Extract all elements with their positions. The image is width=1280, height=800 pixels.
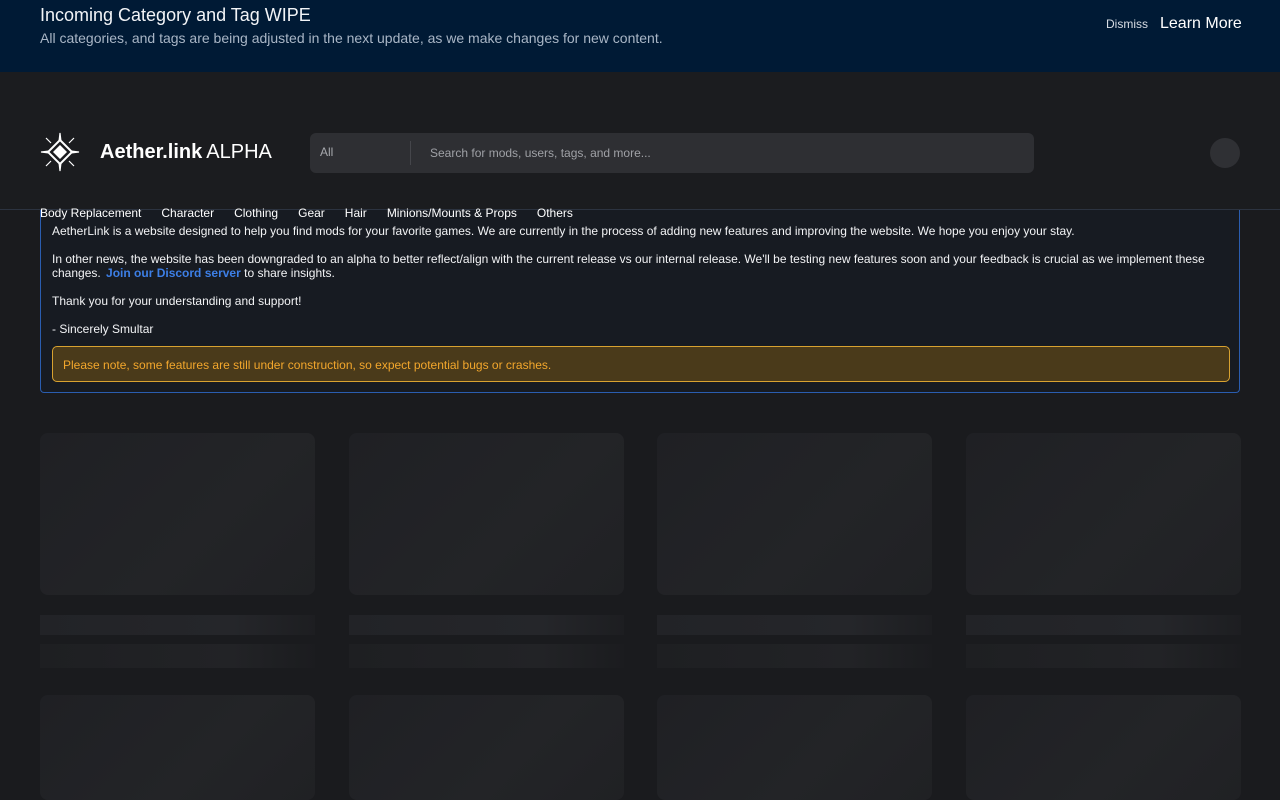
avatar[interactable] <box>1210 138 1240 168</box>
card-thumbnail-placeholder <box>966 695 1241 800</box>
brand-title: Aether.link <box>100 141 203 163</box>
card-thumbnail-placeholder <box>966 433 1241 595</box>
card-thumbnail-placeholder <box>349 433 624 595</box>
card-title-placeholder <box>40 615 315 635</box>
brand-name[interactable]: Aether.link ALPHA <box>100 141 272 164</box>
dismiss-button[interactable]: Dismiss <box>1106 17 1148 31</box>
brand-tag: ALPHA <box>206 141 272 163</box>
warning-text: Please note, some features are still und… <box>63 358 552 372</box>
card-title-placeholder <box>349 615 624 635</box>
card-thumbnail-placeholder <box>40 433 315 595</box>
search-bar: All <box>310 133 1034 173</box>
announcement-panel: AetherLink is a website designed to help… <box>40 210 1240 393</box>
learn-more-button[interactable]: Learn More <box>1160 15 1242 33</box>
search-divider <box>410 141 411 165</box>
notice-banner: Incoming Category and Tag WIPE All categ… <box>0 0 1280 72</box>
notice-title: Incoming Category and Tag WIPE <box>40 5 311 25</box>
category-hair[interactable]: Hair <box>345 206 367 220</box>
category-body-replacement[interactable]: Body Replacement <box>40 206 141 220</box>
diamond-star-icon[interactable] <box>40 132 80 172</box>
card-thumbnail-placeholder <box>40 695 315 800</box>
category-others[interactable]: Others <box>537 206 573 220</box>
discord-link[interactable]: Join our Discord server <box>106 266 241 280</box>
card-meta-placeholder <box>657 644 932 668</box>
announcement-signature: - Sincerely Smultar <box>52 322 154 336</box>
notice-subtitle: All categories, and tags are being adjus… <box>40 30 663 46</box>
announcement-intro: AetherLink is a website designed to help… <box>52 224 1075 238</box>
category-minions-mounts-props[interactable]: Minions/Mounts & Props <box>387 206 517 220</box>
category-nav: Body Replacement Character Clothing Gear… <box>40 206 573 220</box>
card-title-placeholder <box>966 615 1241 635</box>
card-meta-placeholder <box>966 644 1241 668</box>
category-gear[interactable]: Gear <box>298 206 325 220</box>
site-header: Aether.link ALPHA All <box>0 72 1280 210</box>
announcement-news-tail: to share insights. <box>244 266 335 280</box>
card-thumbnail-placeholder <box>657 695 932 800</box>
card-thumbnail-placeholder <box>657 433 932 595</box>
search-scope-select[interactable]: All <box>320 145 333 159</box>
card-meta-placeholder <box>349 644 624 668</box>
construction-warning: Please note, some features are still und… <box>52 346 1230 382</box>
card-thumbnail-placeholder <box>349 695 624 800</box>
card-meta-placeholder <box>40 644 315 668</box>
card-title-placeholder <box>657 615 932 635</box>
announcement-thanks: Thank you for your understanding and sup… <box>52 294 302 308</box>
category-character[interactable]: Character <box>161 206 214 220</box>
search-input[interactable] <box>420 133 1020 173</box>
category-clothing[interactable]: Clothing <box>234 206 278 220</box>
announcement-news: In other news, the website has been down… <box>52 252 1222 280</box>
